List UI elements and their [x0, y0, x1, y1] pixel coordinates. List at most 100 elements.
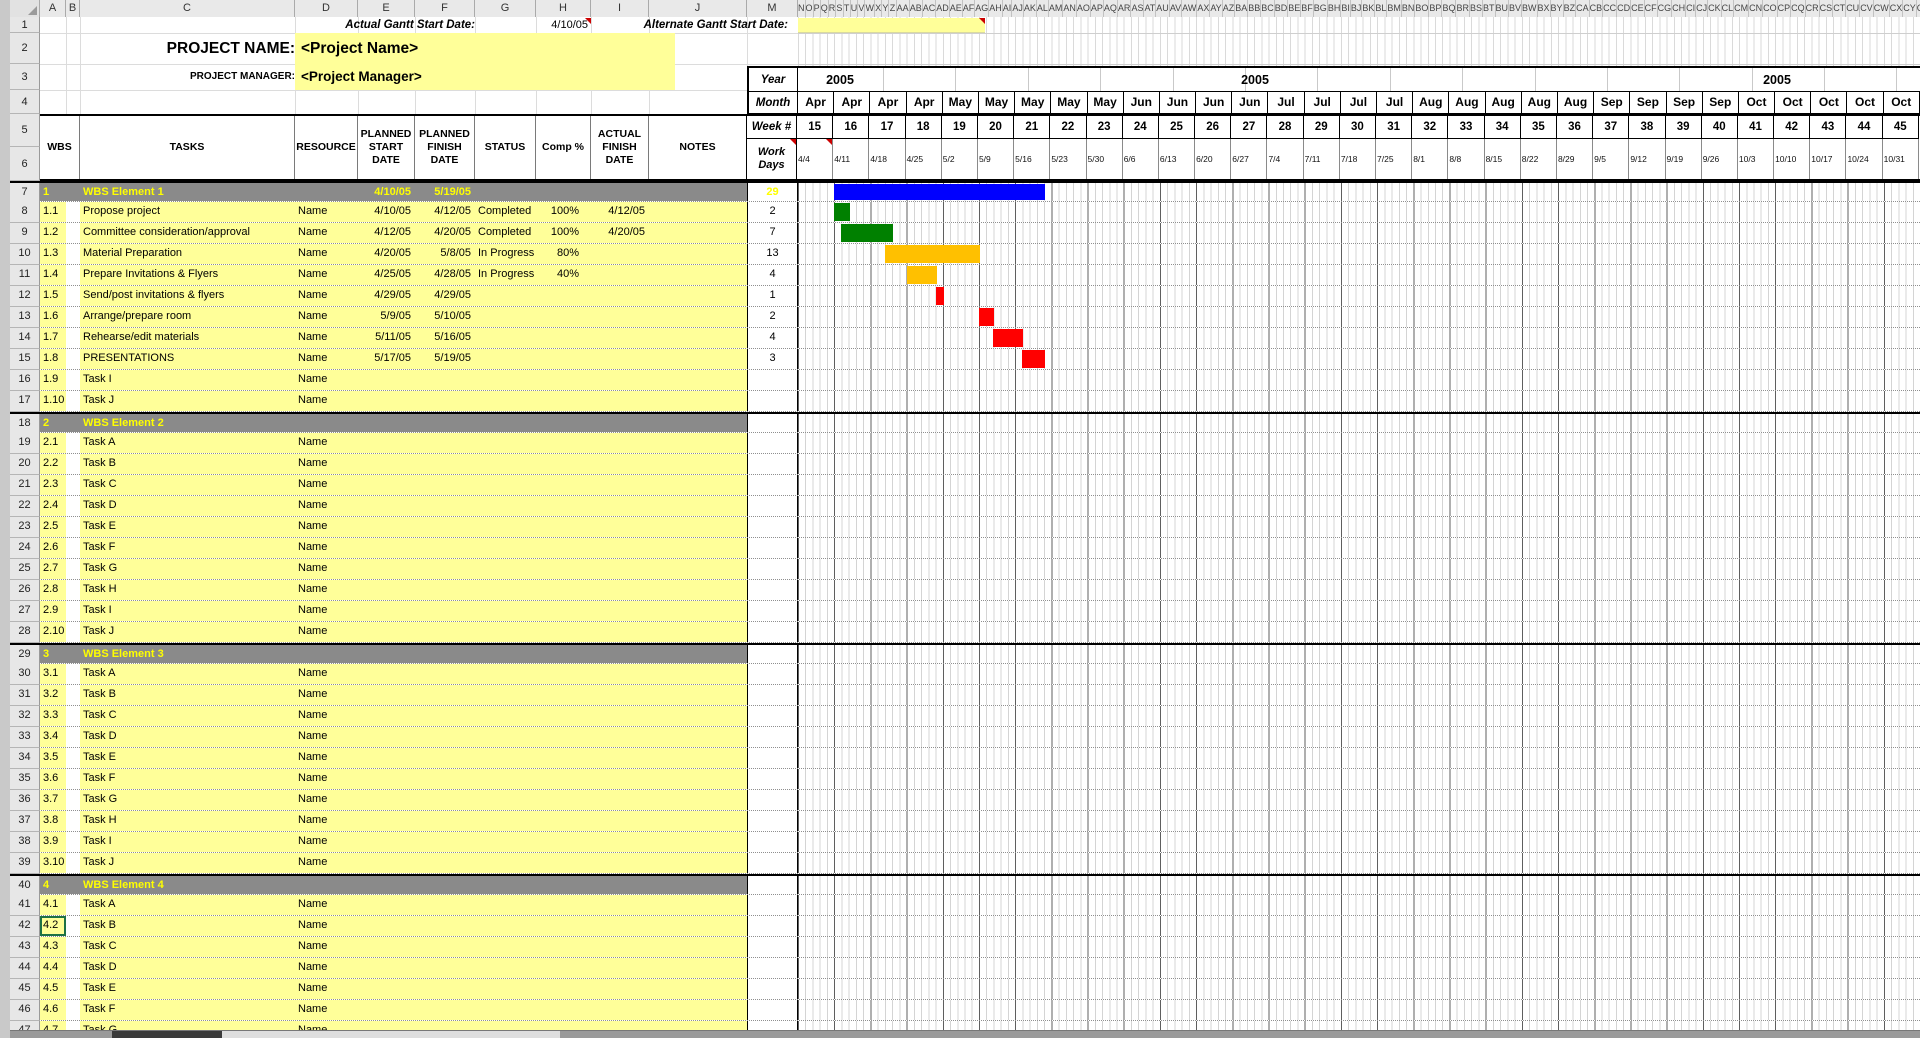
- week-number-30[interactable]: 30: [1340, 116, 1376, 138]
- actual-finish[interactable]: [591, 328, 649, 348]
- wbs-number[interactable]: 3.3: [40, 706, 66, 726]
- week-start-29[interactable]: 7/11: [1304, 139, 1340, 179]
- cell-b[interactable]: [66, 790, 80, 810]
- wbs-number[interactable]: 2.10: [40, 622, 66, 642]
- task-name[interactable]: Task A: [80, 664, 295, 684]
- planned-finish[interactable]: 4/12/05: [415, 202, 475, 222]
- gantt-row-canvas[interactable]: [798, 202, 1920, 222]
- wbs-number[interactable]: 4.6: [40, 1000, 66, 1020]
- comp-cell[interactable]: [536, 979, 591, 999]
- column-header-AW[interactable]: AW: [1182, 0, 1197, 17]
- wbs-number[interactable]: 4.1: [40, 895, 66, 915]
- planned-finish[interactable]: [415, 622, 475, 642]
- week-start-41[interactable]: 10/3: [1738, 139, 1774, 179]
- column-header-AE[interactable]: AE: [950, 0, 963, 17]
- resource-cell[interactable]: Name: [295, 769, 358, 789]
- resource-cell[interactable]: Name: [295, 454, 358, 474]
- comp-cell[interactable]: [536, 1000, 591, 1020]
- row-header-9[interactable]: 9: [10, 223, 40, 244]
- month-cell-23[interactable]: May: [1088, 92, 1124, 114]
- status-cell[interactable]: In Progress: [475, 244, 536, 264]
- month-cell-29[interactable]: Jul: [1305, 92, 1341, 114]
- task-name[interactable]: PRESENTATIONS: [80, 349, 295, 369]
- month-cell-34[interactable]: Aug: [1486, 92, 1522, 114]
- task-name[interactable]: Task I: [80, 601, 295, 621]
- actual-finish[interactable]: [591, 414, 649, 432]
- row-header-30[interactable]: 30: [10, 664, 40, 685]
- cell-b[interactable]: [66, 1000, 80, 1020]
- work-days[interactable]: [747, 496, 798, 516]
- gantt-row-canvas[interactable]: [798, 328, 1920, 348]
- planned-finish[interactable]: 5/10/05: [415, 307, 475, 327]
- status-cell[interactable]: [475, 645, 536, 663]
- planned-finish[interactable]: [415, 853, 475, 873]
- gantt-row-canvas[interactable]: [798, 559, 1920, 579]
- month-cell-25[interactable]: Jun: [1160, 92, 1196, 114]
- task-name[interactable]: Prepare Invitations & Flyers: [80, 265, 295, 285]
- comp-cell[interactable]: [536, 370, 591, 390]
- work-days[interactable]: [747, 601, 798, 621]
- column-header-AS[interactable]: AS: [1131, 0, 1144, 17]
- column-header-CK[interactable]: CK: [1708, 0, 1722, 17]
- planned-start[interactable]: [358, 391, 415, 411]
- work-days[interactable]: [747, 832, 798, 852]
- notes-cell[interactable]: [649, 769, 747, 789]
- gantt-row-canvas[interactable]: [798, 349, 1920, 369]
- notes-cell[interactable]: [649, 664, 747, 684]
- column-header-AA[interactable]: AA: [897, 0, 910, 17]
- notes-cell[interactable]: [649, 876, 747, 894]
- comp-cell[interactable]: [536, 183, 591, 201]
- row-header-25[interactable]: 25: [10, 559, 40, 580]
- row-header-28[interactable]: 28: [10, 622, 40, 643]
- month-cell-20[interactable]: May: [979, 92, 1015, 114]
- wbs-number[interactable]: 3: [40, 645, 66, 663]
- row-header-38[interactable]: 38: [10, 832, 40, 853]
- resource-cell[interactable]: Name: [295, 727, 358, 747]
- task-name[interactable]: Task A: [80, 433, 295, 453]
- actual-finish[interactable]: [591, 622, 649, 642]
- row-header-22[interactable]: 22: [10, 496, 40, 517]
- notes-cell[interactable]: [649, 645, 747, 663]
- notes-cell[interactable]: [649, 244, 747, 264]
- column-header-CH[interactable]: CH: [1672, 0, 1686, 17]
- planned-start[interactable]: [358, 937, 415, 957]
- comp-cell[interactable]: [536, 769, 591, 789]
- cell-b[interactable]: [66, 183, 80, 201]
- work-days[interactable]: [747, 1000, 798, 1020]
- planned-finish[interactable]: 4/28/05: [415, 265, 475, 285]
- month-cell-24[interactable]: Jun: [1124, 92, 1160, 114]
- actual-finish[interactable]: [591, 391, 649, 411]
- row-header-46[interactable]: 46: [10, 1000, 40, 1021]
- planned-start[interactable]: [358, 685, 415, 705]
- actual-finish[interactable]: [591, 979, 649, 999]
- resource-cell[interactable]: Name: [295, 1000, 358, 1020]
- notes-cell[interactable]: [649, 475, 747, 495]
- column-header-CN[interactable]: CN: [1749, 0, 1763, 17]
- comp-cell[interactable]: [536, 664, 591, 684]
- planned-finish[interactable]: [415, 454, 475, 474]
- planned-start[interactable]: 5/11/05: [358, 328, 415, 348]
- cell-b[interactable]: [66, 265, 80, 285]
- column-header-A[interactable]: A: [40, 0, 66, 17]
- planned-start[interactable]: [358, 727, 415, 747]
- column-header-BD[interactable]: BD: [1275, 0, 1289, 17]
- work-days[interactable]: [747, 685, 798, 705]
- status-cell[interactable]: [475, 286, 536, 306]
- notes-cell[interactable]: [649, 685, 747, 705]
- row-header-42[interactable]: 42: [10, 916, 40, 937]
- wbs-number[interactable]: 1.6: [40, 307, 66, 327]
- column-header-N[interactable]: N: [798, 0, 806, 17]
- resource-cell[interactable]: Name: [295, 664, 358, 684]
- planned-start[interactable]: [358, 1000, 415, 1020]
- work-days[interactable]: 4: [747, 328, 798, 348]
- actual-finish[interactable]: [591, 517, 649, 537]
- week-number-40[interactable]: 40: [1702, 116, 1738, 138]
- actual-finish[interactable]: [591, 706, 649, 726]
- resource-cell[interactable]: [295, 183, 358, 201]
- month-cell-28[interactable]: Jul: [1268, 92, 1304, 114]
- week-start-45[interactable]: 10/31: [1883, 139, 1919, 179]
- task-name[interactable]: Task G: [80, 559, 295, 579]
- comp-cell[interactable]: [536, 958, 591, 978]
- wbs-title[interactable]: WBS Element 3: [80, 645, 295, 663]
- cell-b[interactable]: [66, 769, 80, 789]
